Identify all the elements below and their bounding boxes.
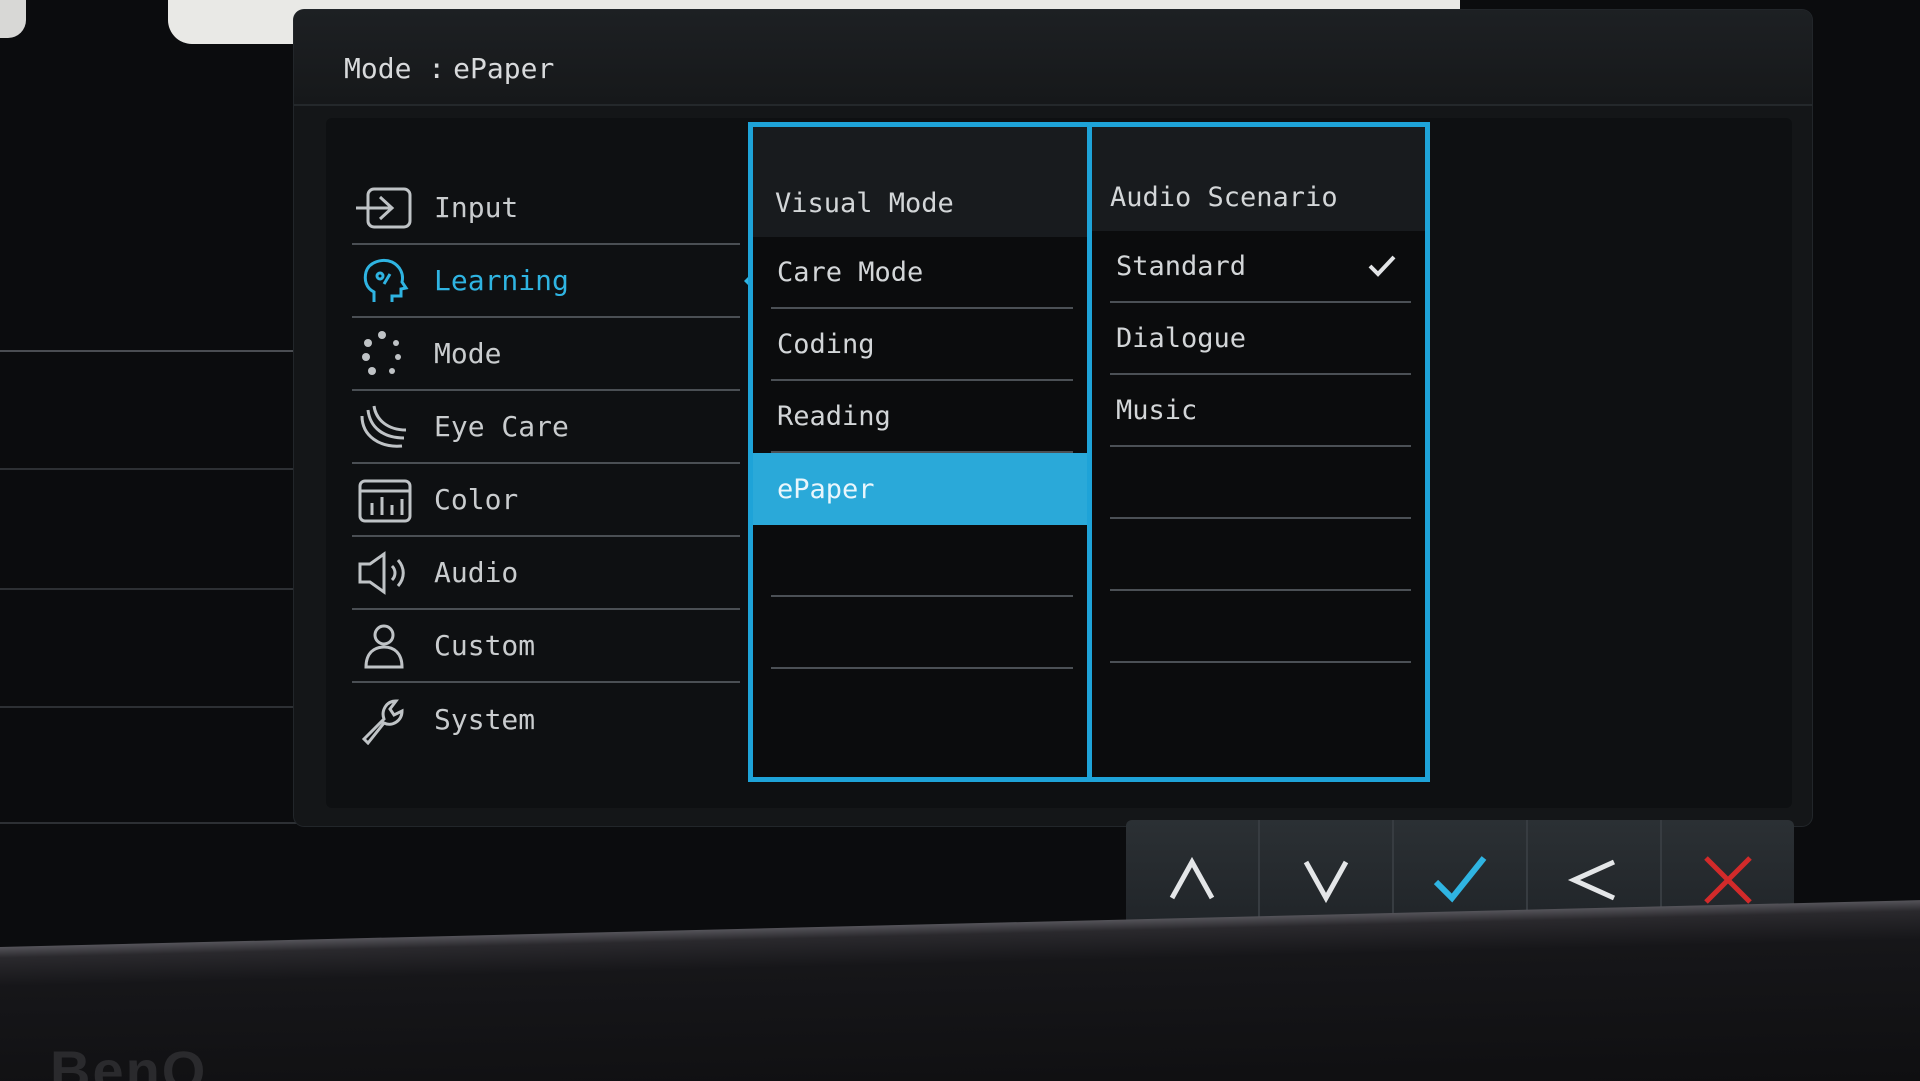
- color-icon: [352, 474, 418, 526]
- menu-item-learning[interactable]: Learning: [352, 245, 762, 318]
- submenu-panel: Visual Mode Care Mode Coding Reading ePa…: [748, 122, 1430, 782]
- brand-logo: BenQ: [50, 1039, 208, 1081]
- option-music[interactable]: Music: [1110, 375, 1411, 447]
- empty-slot: [771, 525, 1073, 597]
- background-window-corner: [0, 0, 26, 38]
- menu-item-label: System: [434, 703, 536, 736]
- option-coding[interactable]: Coding: [771, 309, 1073, 381]
- monitor-screen: Mode : ePaper Input Learning Mode Eye Ca…: [0, 0, 1920, 1081]
- menu-item-eye-care[interactable]: Eye Care: [352, 391, 740, 464]
- input-icon: [352, 182, 418, 234]
- learning-icon: [352, 255, 418, 307]
- mode-value: ePaper: [453, 52, 555, 85]
- audio-icon: [352, 547, 418, 599]
- background-line: [0, 706, 330, 708]
- check-icon: [1368, 255, 1396, 277]
- menu-item-audio[interactable]: Audio: [352, 537, 740, 610]
- empty-slot: [1110, 447, 1411, 519]
- check-icon: [1433, 856, 1487, 903]
- option-dialogue[interactable]: Dialogue: [1110, 303, 1411, 375]
- mode-icon: [352, 328, 418, 380]
- menu-item-input[interactable]: Input: [352, 172, 740, 245]
- osd-header: Mode : ePaper: [294, 10, 1812, 106]
- visual-mode-column: Visual Mode Care Mode Coding Reading ePa…: [753, 127, 1087, 777]
- menu-item-label: Custom: [434, 629, 536, 662]
- menu-item-color[interactable]: Color: [352, 464, 740, 537]
- background-line: [0, 468, 330, 470]
- current-mode: Mode : ePaper: [344, 52, 554, 85]
- audio-scenario-column: Audio Scenario Standard Dialogue Music: [1092, 127, 1425, 777]
- menu-item-system[interactable]: System: [352, 683, 740, 756]
- option-epaper[interactable]: ePaper: [753, 453, 1087, 525]
- chevron-left-icon: [1567, 859, 1616, 901]
- option-label: Standard: [1116, 250, 1247, 282]
- menu-item-label: Learning: [434, 264, 569, 297]
- background-line: [0, 588, 330, 590]
- chevron-down-icon: [1303, 860, 1349, 904]
- system-icon: [352, 694, 418, 746]
- chevron-up-icon: [1169, 856, 1215, 900]
- background-line: [0, 822, 330, 824]
- custom-icon: [352, 620, 418, 672]
- eye-care-icon: [352, 401, 418, 453]
- option-care-mode[interactable]: Care Mode: [771, 237, 1073, 309]
- option-reading[interactable]: Reading: [771, 381, 1073, 453]
- audio-scenario-title: Audio Scenario: [1092, 127, 1425, 231]
- menu-item-custom[interactable]: Custom: [352, 610, 740, 683]
- empty-slot: [1110, 519, 1411, 591]
- background-line: [0, 350, 310, 352]
- mode-label: Mode :: [344, 52, 446, 85]
- option-standard[interactable]: Standard: [1110, 231, 1411, 303]
- main-menu: Input Learning Mode Eye Care Color Audio…: [352, 172, 762, 756]
- visual-mode-title: Visual Mode: [753, 127, 1087, 237]
- empty-slot: [771, 597, 1073, 669]
- menu-item-label: Input: [434, 191, 519, 224]
- menu-item-label: Eye Care: [434, 410, 569, 443]
- menu-item-mode[interactable]: Mode: [352, 318, 740, 391]
- monitor-bezel: [0, 899, 1920, 1081]
- menu-item-label: Color: [434, 483, 519, 516]
- close-icon: [1704, 856, 1752, 904]
- empty-slot: [1110, 591, 1411, 663]
- menu-item-label: Audio: [434, 556, 519, 589]
- menu-item-label: Mode: [434, 337, 502, 370]
